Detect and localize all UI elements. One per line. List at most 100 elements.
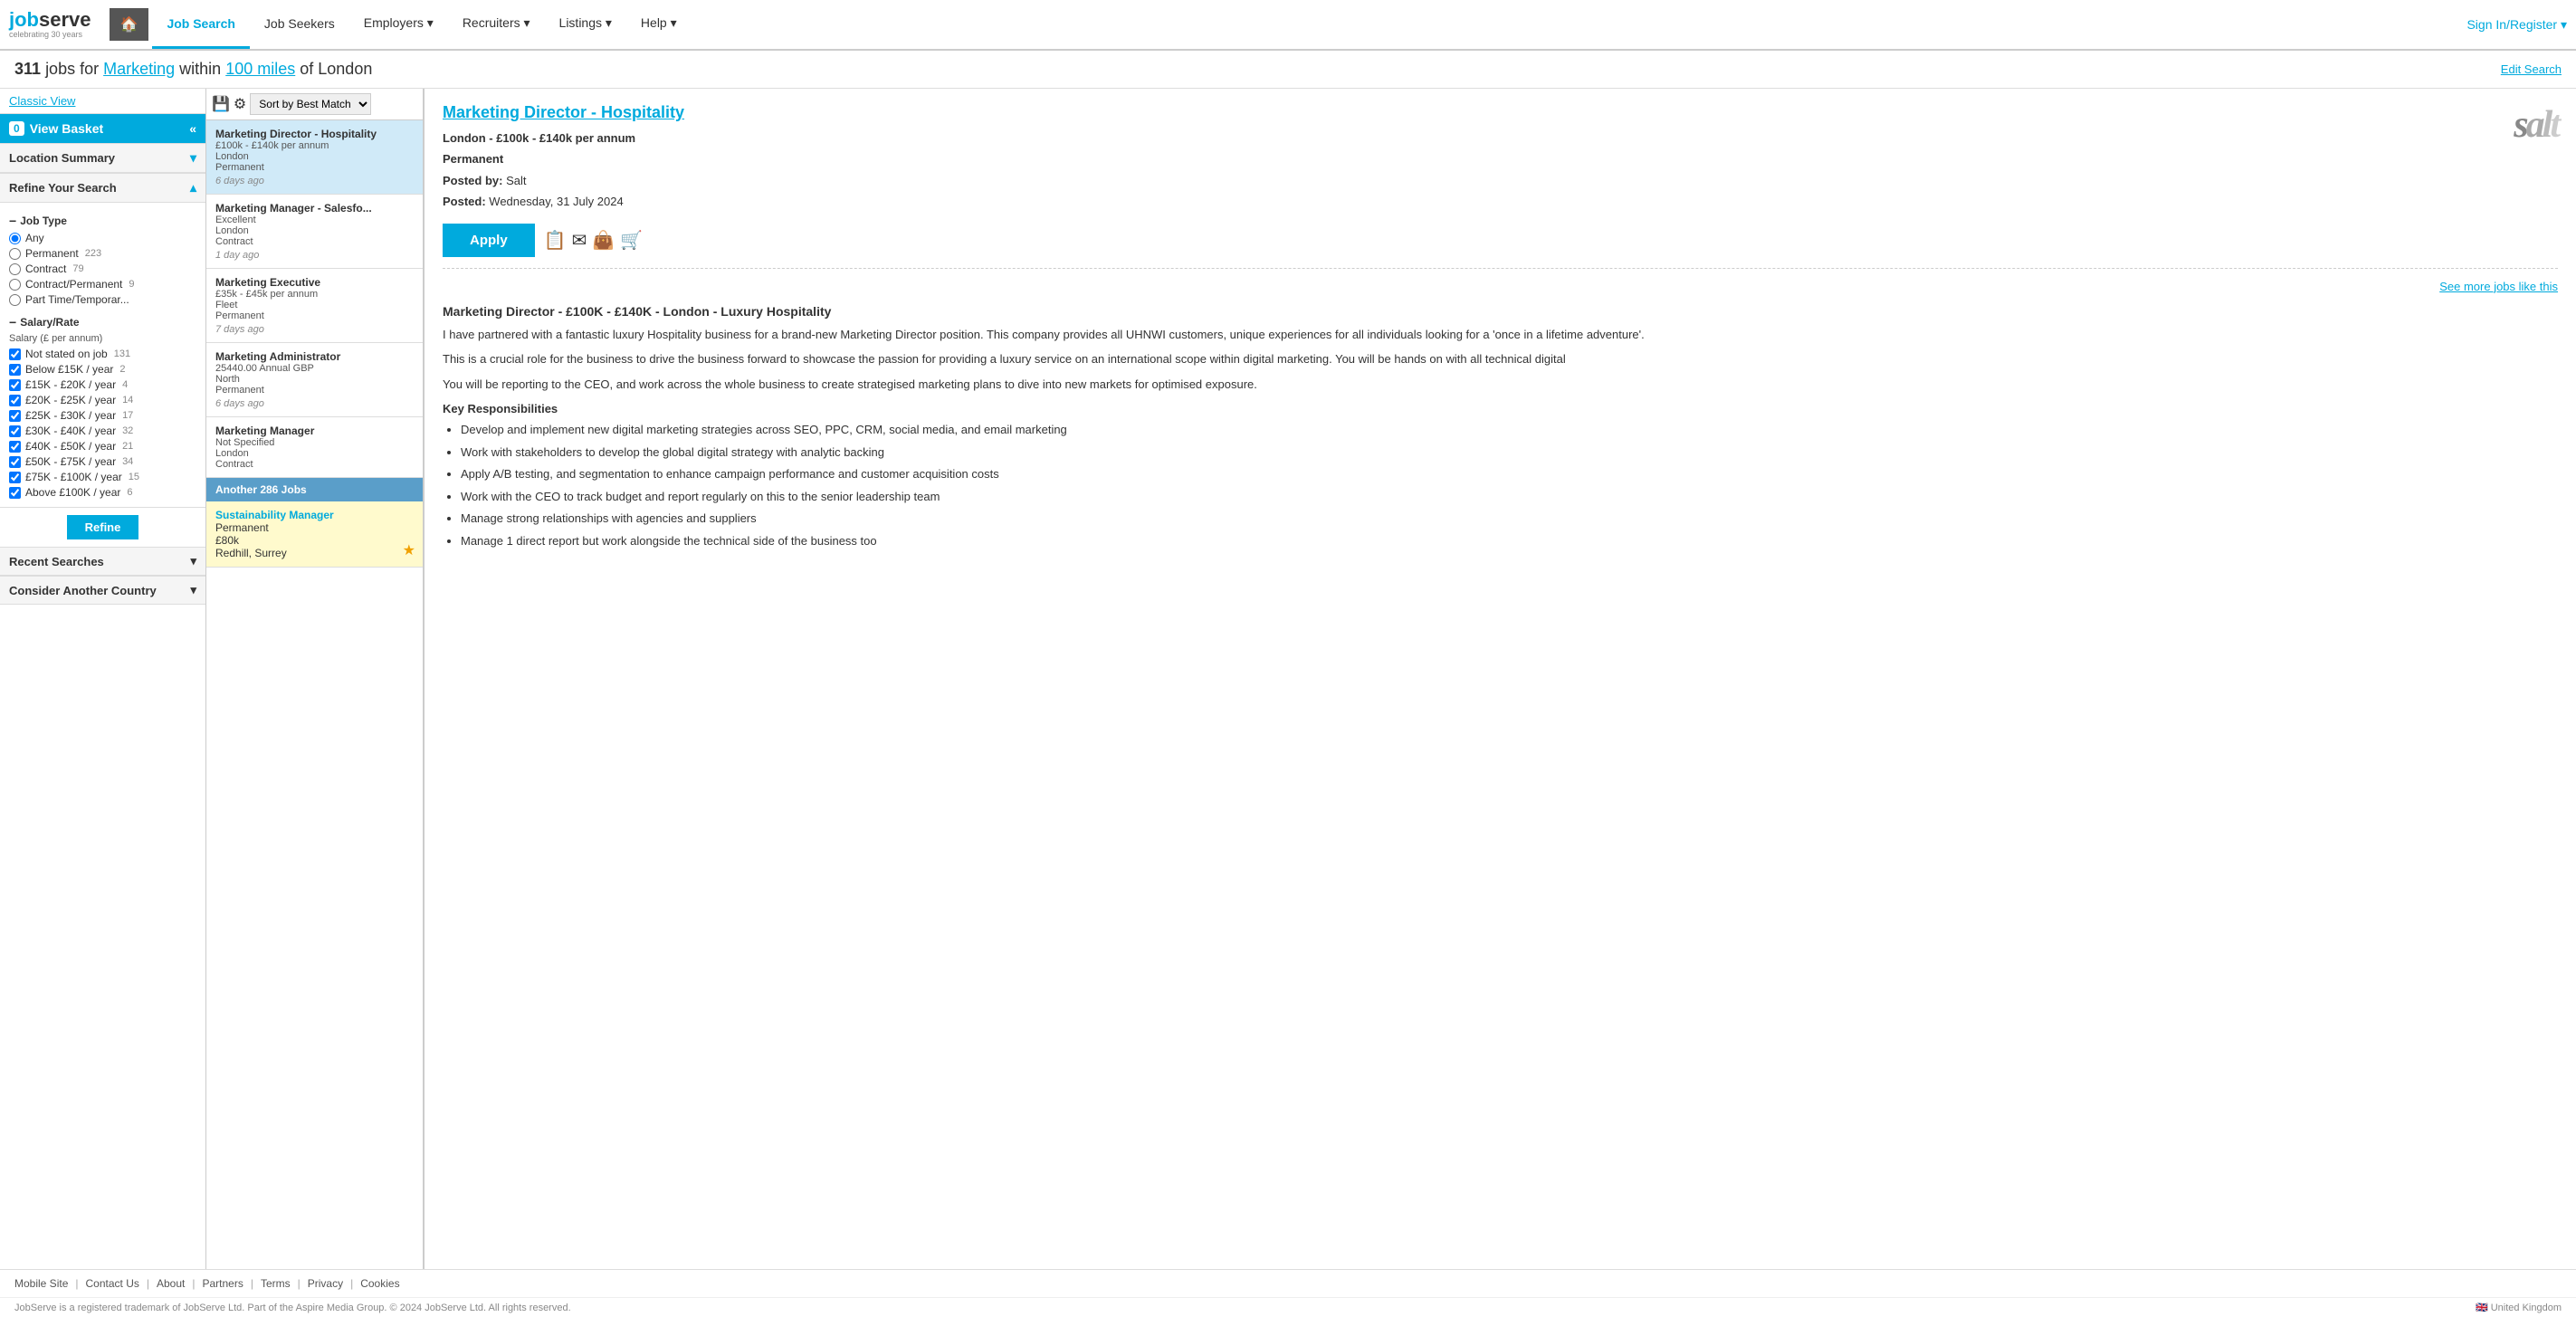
- salary-checkbox[interactable]: [9, 441, 21, 453]
- salary-count: 14: [122, 395, 133, 406]
- nav-tab-employers[interactable]: Employers ▾: [349, 0, 448, 49]
- job-list-item[interactable]: Marketing Executive £35k - £45k per annu…: [206, 269, 423, 343]
- posted-by-label: Posted by:: [443, 174, 502, 187]
- salary-option: £50K - £75K / year34: [9, 455, 196, 468]
- recent-searches-header[interactable]: Recent Searches ▾: [0, 547, 205, 576]
- salary-count: 17: [122, 410, 133, 421]
- job-item-type: Permanent: [215, 162, 414, 173]
- consider-country-header[interactable]: Consider Another Country ▾: [0, 576, 205, 605]
- responsibility-item: Apply A/B testing, and segmentation to e…: [461, 465, 2558, 483]
- salary-checkbox[interactable]: [9, 410, 21, 422]
- job-type-option-label: Part Time/Temporar...: [25, 293, 129, 306]
- job-list-items: Marketing Director - Hospitality £100k -…: [206, 120, 423, 478]
- salary-options: Not stated on job131Below £15K / year2£1…: [9, 348, 196, 499]
- basket-add-icon[interactable]: 🛒: [620, 229, 643, 252]
- recent-searches-label: Recent Searches: [9, 555, 104, 568]
- edit-search-link[interactable]: Edit Search: [2501, 62, 2562, 76]
- salary-option-label: Below £15K / year: [25, 363, 113, 376]
- see-more-link[interactable]: See more jobs like this: [443, 280, 2558, 293]
- salary-checkbox[interactable]: [9, 395, 21, 406]
- nav-tab-job-search[interactable]: Job Search: [152, 0, 249, 49]
- footer-link[interactable]: Mobile Site: [14, 1277, 68, 1290]
- job-type-toggle[interactable]: −: [9, 214, 16, 228]
- miles-link[interactable]: 100 miles: [225, 60, 295, 78]
- apply-button[interactable]: Apply: [443, 224, 535, 257]
- email-icon[interactable]: ✉: [572, 229, 587, 252]
- footer-link[interactable]: Partners: [202, 1277, 243, 1290]
- footer-link[interactable]: Contact Us: [86, 1277, 139, 1290]
- salary-option-label: £75K - £100K / year: [25, 471, 122, 483]
- job-list-panel: 💾 ⚙ Sort by Best Match Marketing Directo…: [206, 89, 424, 1269]
- location-summary-header[interactable]: Location Summary ▾: [0, 143, 205, 173]
- footer-links: Mobile Site|Contact Us|About|Partners|Te…: [0, 1269, 2576, 1297]
- salary-checkbox[interactable]: [9, 379, 21, 391]
- job-type-option: Any: [9, 232, 196, 244]
- view-basket-bar[interactable]: 0 View Basket «: [0, 114, 205, 143]
- refine-button[interactable]: Refine: [67, 515, 139, 539]
- job-type-option-label: Permanent: [25, 247, 79, 260]
- job-detail-title[interactable]: Marketing Director - Hospitality: [443, 103, 2558, 122]
- footer-link[interactable]: Cookies: [360, 1277, 399, 1290]
- salary-option: £30K - £40K / year32: [9, 425, 196, 437]
- job-list-item[interactable]: Marketing Administrator 25440.00 Annual …: [206, 343, 423, 417]
- footer-separator: |: [251, 1277, 253, 1290]
- salary-option-label: £40K - £50K / year: [25, 440, 116, 453]
- salary-count: 131: [114, 348, 130, 359]
- salary-checkbox[interactable]: [9, 472, 21, 483]
- job-type-radio[interactable]: [9, 294, 21, 306]
- save-job-icon[interactable]: 📋: [544, 229, 567, 252]
- settings-icon[interactable]: ⚙: [234, 95, 246, 113]
- sort-select[interactable]: Sort by Best Match: [250, 93, 371, 115]
- share-icon[interactable]: 👜: [592, 229, 615, 252]
- job-list-item[interactable]: Marketing Manager Not Specified London C…: [206, 417, 423, 478]
- company-logo: salt: [2514, 103, 2558, 147]
- salary-option: Below £15K / year2: [9, 363, 196, 376]
- refine-search-header[interactable]: Refine Your Search ▴: [0, 173, 205, 203]
- save-icon[interactable]: 💾: [212, 95, 230, 113]
- footer-link[interactable]: Privacy: [308, 1277, 343, 1290]
- job-item-title: Marketing Administrator: [215, 350, 414, 363]
- nav-tab-listings[interactable]: Listings ▾: [545, 0, 626, 49]
- job-detail-type: Permanent: [443, 152, 503, 166]
- key-responsibilities-title: Key Responsibilities: [443, 402, 2558, 415]
- job-type-radio[interactable]: [9, 263, 21, 275]
- view-basket-label: View Basket: [30, 121, 103, 136]
- sidebar: Classic View 0 View Basket « Location Su…: [0, 89, 206, 1269]
- home-button[interactable]: 🏠: [110, 8, 149, 41]
- nav-tab-job-seekers[interactable]: Job Seekers: [250, 0, 349, 49]
- job-list-item[interactable]: Marketing Manager - Salesfo... Excellent…: [206, 195, 423, 269]
- recent-searches-arrow: ▾: [190, 554, 196, 568]
- salary-checkbox[interactable]: [9, 348, 21, 360]
- salary-checkbox[interactable]: [9, 364, 21, 376]
- job-type-radio[interactable]: [9, 279, 21, 291]
- salary-checkbox[interactable]: [9, 425, 21, 437]
- job-item-salary: Not Specified: [215, 437, 414, 448]
- salary-checkbox[interactable]: [9, 487, 21, 499]
- logo-tagline: celebrating 30 years: [9, 30, 91, 39]
- job-type-option: Part Time/Temporar...: [9, 293, 196, 306]
- salary-count: 21: [122, 441, 133, 452]
- refine-search-arrow: ▴: [190, 180, 196, 196]
- footer-link[interactable]: About: [157, 1277, 185, 1290]
- job-type-count: 79: [72, 263, 83, 274]
- nav-tab-recruiters[interactable]: Recruiters ▾: [448, 0, 545, 49]
- job-detail-panel: salt Marketing Director - Hospitality Lo…: [424, 89, 2576, 1269]
- sign-in-link[interactable]: Sign In/Register ▾: [2466, 17, 2567, 33]
- job-type-radio[interactable]: [9, 248, 21, 260]
- salary-checkbox[interactable]: [9, 456, 21, 468]
- basket-icon: «: [189, 121, 196, 136]
- salary-toggle[interactable]: −: [9, 315, 16, 329]
- job-type-option-label: Contract: [25, 262, 66, 275]
- copyright-text: JobServe is a registered trademark of Jo…: [14, 1303, 571, 1313]
- job-desc-title: Marketing Director - £100K - £140K - Lon…: [443, 304, 2558, 319]
- job-type-radio[interactable]: [9, 233, 21, 244]
- nav-tab-help[interactable]: Help ▾: [626, 0, 692, 49]
- star-icon[interactable]: ★: [403, 541, 415, 559]
- salary-option: £40K - £50K / year 21: [9, 440, 196, 453]
- classic-view-link[interactable]: Classic View: [0, 89, 205, 114]
- salary-count: 32: [122, 425, 133, 436]
- featured-job-item[interactable]: Sustainability Manager Permanent £80k Re…: [206, 501, 423, 568]
- footer-link[interactable]: Terms: [261, 1277, 291, 1290]
- keyword-link[interactable]: Marketing: [103, 60, 175, 78]
- job-list-item[interactable]: Marketing Director - Hospitality £100k -…: [206, 120, 423, 195]
